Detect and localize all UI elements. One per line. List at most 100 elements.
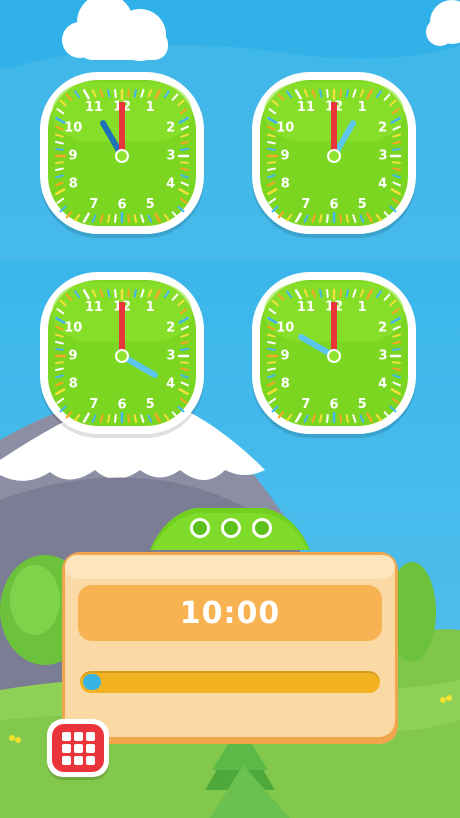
clock-numeral: 8 <box>281 377 290 392</box>
clock-tick <box>318 414 323 423</box>
clock-tick <box>180 161 189 164</box>
clock-tick <box>326 414 329 423</box>
clock-tick <box>339 414 342 423</box>
clock-tick <box>267 340 276 345</box>
clock-numeral: 10 <box>64 120 82 135</box>
clock-numeral: 3 <box>166 149 175 164</box>
clock-tick <box>392 340 401 345</box>
clock-numeral: 3 <box>166 349 175 364</box>
analog-clock: 121234567891011 <box>252 72 416 238</box>
clock-numeral: 6 <box>329 398 338 413</box>
clock-numeral: 1 <box>146 300 155 315</box>
clock-tick <box>180 167 189 172</box>
clock-numeral: 9 <box>68 349 77 364</box>
clock-tick <box>318 214 323 223</box>
clock-numeral: 2 <box>166 120 175 135</box>
clock-numeral: 6 <box>117 398 126 413</box>
clock-tick <box>55 140 64 145</box>
clock-card-1[interactable]: 121234567891011 <box>38 72 206 240</box>
clock-numeral: 2 <box>378 320 387 335</box>
clock-numeral: 8 <box>281 177 290 192</box>
clock-numeral: 8 <box>69 377 78 392</box>
clock-numeral: 4 <box>378 377 387 392</box>
clock-center-pin <box>115 349 129 363</box>
clock-card-3[interactable]: 121234567891011 <box>38 272 206 440</box>
clock-tick <box>267 348 276 351</box>
clock-tick <box>114 214 117 223</box>
clock-numeral: 6 <box>117 198 126 213</box>
clock-tick <box>114 289 117 298</box>
clock-center-pin <box>115 149 129 163</box>
clock-tick <box>392 361 401 364</box>
clock-numeral: 5 <box>358 197 367 212</box>
target-time-text: 10:00 <box>179 595 281 631</box>
progress-indicator-dots <box>190 518 272 538</box>
progress-bar-fill <box>83 674 101 690</box>
analog-clock: 121234567891011 <box>40 72 204 238</box>
clock-tick <box>106 414 111 423</box>
clock-numeral: 1 <box>358 100 367 115</box>
clock-numeral: 9 <box>68 149 77 164</box>
clock-center-pin <box>327 149 341 163</box>
clock-tick <box>114 89 117 98</box>
clock-tick <box>133 214 138 223</box>
clock-tick <box>180 361 189 364</box>
clock-tick <box>127 89 130 98</box>
clock-card-4[interactable]: 121234567891011 <box>250 272 418 440</box>
clock-numeral: 7 <box>301 197 310 212</box>
target-time-box: 10:00 <box>78 585 382 641</box>
clock-tick <box>392 367 401 372</box>
clock-tick <box>267 140 276 145</box>
clock-tick <box>267 161 276 164</box>
clock-tick <box>106 214 111 223</box>
clock-numeral: 1 <box>146 100 155 115</box>
clock-tick <box>392 148 401 151</box>
clock-tick <box>180 340 189 345</box>
clock-numeral: 3 <box>378 349 387 364</box>
clock-numeral: 7 <box>89 197 98 212</box>
clock-tick <box>326 289 329 298</box>
clock-numeral: 2 <box>166 320 175 335</box>
clock-numeral: 7 <box>89 397 98 412</box>
clock-tick <box>55 167 64 172</box>
clock-card-2[interactable]: 121234567891011 <box>250 72 418 240</box>
indicator-dot-inner <box>255 521 269 535</box>
clock-tick <box>326 214 329 223</box>
clock-tick <box>392 140 401 145</box>
clock-tick <box>267 148 276 151</box>
clock-tick <box>345 214 350 223</box>
clock-numeral: 4 <box>166 377 175 392</box>
clock-numeral: 7 <box>301 397 310 412</box>
clock-tick <box>267 361 276 364</box>
clock-numeral: 10 <box>276 320 294 335</box>
clock-tick <box>345 414 350 423</box>
clock-tick <box>55 148 64 151</box>
clock-tick <box>392 167 401 172</box>
clock-tick <box>55 367 64 372</box>
clock-tick <box>339 289 342 298</box>
clock-numeral: 10 <box>64 320 82 335</box>
clock-center-pin <box>327 349 341 363</box>
clock-tick <box>318 289 323 298</box>
clock-numeral: 8 <box>69 177 78 192</box>
indicator-dot-inner <box>224 521 238 535</box>
clock-tick <box>339 214 342 223</box>
clock-tick <box>133 414 138 423</box>
clock-numeral: 4 <box>378 177 387 192</box>
clock-tick <box>339 89 342 98</box>
clock-tick <box>345 89 350 98</box>
menu-button[interactable] <box>47 719 109 777</box>
clock-numeral: 10 <box>276 120 294 135</box>
clock-tick <box>180 367 189 372</box>
clock-numeral: 11 <box>297 300 315 315</box>
clock-tick <box>127 214 130 223</box>
clock-tick <box>55 348 64 351</box>
clock-tick <box>345 289 350 298</box>
progress-bar <box>80 671 380 693</box>
clock-tick <box>180 148 189 151</box>
analog-clock: 121234567891011 <box>252 272 416 438</box>
clock-numeral: 9 <box>280 349 289 364</box>
analog-clock: 121234567891011 <box>40 272 204 438</box>
clock-tick <box>267 367 276 372</box>
clock-numeral: 9 <box>280 149 289 164</box>
